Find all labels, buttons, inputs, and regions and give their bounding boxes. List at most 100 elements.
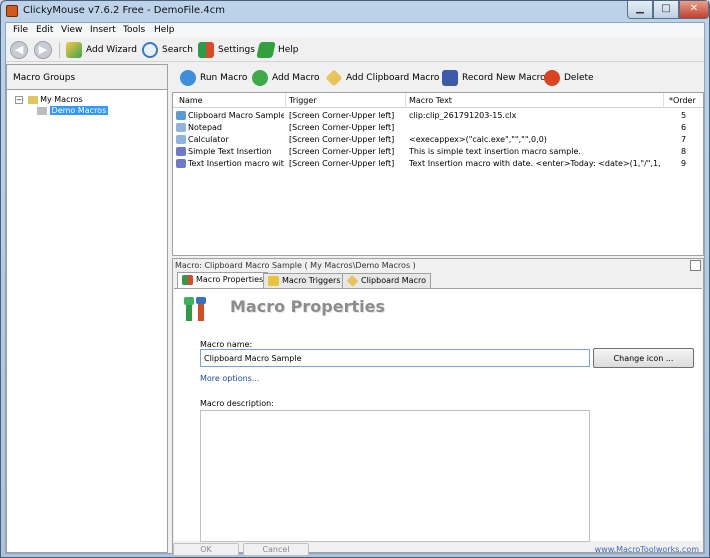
forward-arrow-icon[interactable]: ▶ (34, 41, 52, 59)
tools-icon (198, 41, 214, 58)
run-macro-label: Run Macro (200, 73, 248, 83)
close-button[interactable]: ✕ (679, 1, 709, 19)
search-label: Search (162, 45, 193, 55)
list-header: Name Trigger Macro Text *Order (173, 93, 703, 108)
row-trigger: [Screen Corner-Upper left] (289, 147, 395, 156)
search-icon (142, 41, 158, 58)
row-order: 9 (681, 159, 687, 168)
settings-label: Settings (218, 45, 255, 55)
cancel-button[interactable]: Cancel (243, 543, 309, 556)
app-window: ClickyMouse v7.6.2 Free - DemoFile.4cm ▁… (0, 0, 710, 558)
macro-properties-panel: Macro: Clipboard Macro Sample ( My Macro… (172, 258, 704, 556)
macros-pane: Run Macro Add Macro Add Clipboard Macro … (172, 64, 704, 556)
tab-label: Macro Properties (196, 275, 264, 284)
menu-file[interactable]: File (13, 25, 28, 35)
settings-button[interactable]: Settings (198, 41, 255, 59)
col-name-header[interactable]: Name (179, 96, 203, 105)
collapse-box-icon[interactable]: − (15, 96, 23, 104)
macro-group-icon (37, 106, 47, 115)
macro-type-icon (176, 159, 186, 168)
delete-icon (544, 69, 560, 86)
menu-view[interactable]: View (61, 25, 82, 35)
record-new-macro-button[interactable]: Record New Macro (442, 69, 546, 87)
row-text: This is simple text insertion macro samp… (409, 147, 581, 156)
page-title: Macro Properties (230, 297, 385, 316)
maximize-button[interactable]: □ (653, 1, 679, 19)
title-bar: ClickyMouse v7.6.2 Free - DemoFile.4cm ▁… (1, 1, 709, 22)
wizard-icon (66, 41, 82, 58)
window-title: ClickyMouse v7.6.2 Free - DemoFile.4cm (23, 5, 225, 16)
tab-clipboard-macro[interactable]: Clipboard Macro (342, 273, 431, 288)
website-link[interactable]: www.MacroToolworks.com (595, 545, 699, 554)
row-order: 5 (681, 111, 687, 120)
row-order: 6 (681, 123, 687, 132)
main-toolbar: ◀ ▶ Add Wizard Search Settings Help (6, 38, 704, 62)
menu-bar: File Edit View Insert Tools Help (6, 23, 704, 38)
ok-button[interactable]: OK (173, 543, 239, 556)
add-wizard-button[interactable]: Add Wizard (66, 41, 137, 59)
change-icon-button[interactable]: Change icon ... (593, 348, 694, 368)
back-arrow-icon[interactable]: ◀ (10, 41, 28, 59)
macro-description-textarea[interactable] (200, 410, 590, 542)
record-label: Record New Macro (462, 73, 546, 83)
header-separator (405, 93, 406, 108)
row-text: clip:clip_261791203-15.clx (409, 111, 517, 120)
macro-toolbar: Run Macro Add Macro Add Clipboard Macro … (172, 64, 704, 92)
help-button[interactable]: Help (256, 41, 299, 59)
table-row[interactable]: Notepad [Screen Corner-Upper left] 6 (173, 122, 703, 134)
toolbar-separator (59, 42, 60, 58)
add-clipboard-label: Add Clipboard Macro (346, 73, 440, 83)
row-name: Text Insertion macro wit... (176, 159, 284, 168)
tab-macro-triggers[interactable]: Macro Triggers (263, 273, 346, 288)
help-label: Help (278, 45, 299, 55)
row-text: Text Insertion macro with date. <enter>T… (409, 159, 661, 168)
tab-label: Clipboard Macro (361, 276, 426, 285)
search-button[interactable]: Search (142, 41, 193, 59)
more-options-link[interactable]: More options... (200, 374, 259, 383)
tab-label: Macro Triggers (282, 276, 341, 285)
run-macro-button[interactable]: Run Macro (180, 69, 247, 87)
table-row[interactable]: Simple Text Insertion [Screen Corner-Uppe… (173, 146, 703, 158)
macro-type-icon (176, 123, 186, 132)
properties-page: Macro Properties Macro name: Change icon… (174, 288, 702, 542)
panel-footer: OK Cancel www.MacroToolworks.com (173, 541, 703, 556)
add-macro-label: Add Macro (272, 73, 320, 83)
tab-macro-properties[interactable]: Macro Properties (177, 272, 269, 288)
row-trigger: [Screen Corner-Upper left] (289, 159, 395, 168)
minimize-button[interactable]: ▁ (627, 1, 653, 19)
collapse-panel-icon[interactable] (690, 260, 701, 271)
menu-insert[interactable]: Insert (90, 25, 116, 35)
menu-edit[interactable]: Edit (36, 25, 53, 35)
col-trigger-header[interactable]: Trigger (289, 96, 317, 105)
tree-node-demo-macros[interactable]: Demo Macros (37, 106, 109, 115)
macro-groups-pane: Macro Groups − My Macros Demo Macros (6, 64, 168, 553)
col-order-header[interactable]: *Order (669, 96, 696, 105)
tree-root-label: My Macros (40, 95, 83, 104)
menu-tools[interactable]: Tools (123, 25, 145, 35)
row-text: <execappex>("calc.exe","","",0,0) (409, 135, 547, 144)
row-trigger: [Screen Corner-Upper left] (289, 123, 395, 132)
row-name: Clipboard Macro Sample (176, 111, 284, 120)
clipboard-tab-icon (346, 275, 359, 287)
menu-help[interactable]: Help (154, 25, 175, 35)
table-row[interactable]: Clipboard Macro Sample [Screen Corner-Upp… (173, 110, 703, 122)
delete-button[interactable]: Delete (544, 69, 594, 87)
macro-list: Name Trigger Macro Text *Order Clipboard… (172, 92, 704, 256)
trigger-tab-icon (268, 276, 279, 286)
add-clipboard-macro-button[interactable]: Add Clipboard Macro (325, 69, 440, 87)
add-icon (252, 69, 268, 86)
macro-name-input[interactable] (200, 349, 590, 367)
col-text-header[interactable]: Macro Text (409, 96, 452, 105)
row-name: Simple Text Insertion (176, 147, 284, 156)
row-order: 8 (681, 147, 687, 156)
properties-tab-icon (182, 275, 193, 285)
props-header: Macro: Clipboard Macro Sample ( My Macro… (175, 261, 416, 270)
header-separator (663, 93, 664, 108)
delete-label: Delete (564, 73, 594, 83)
table-row[interactable]: Calculator [Screen Corner-Upper left] <exe… (173, 134, 703, 146)
tree-node-my-macros[interactable]: − My Macros (15, 95, 83, 104)
add-wizard-label: Add Wizard (86, 45, 137, 55)
add-macro-button[interactable]: Add Macro (252, 69, 320, 87)
macro-name-label: Macro name: (200, 340, 253, 349)
table-row[interactable]: Text Insertion macro wit... [Screen Corne… (173, 158, 703, 170)
